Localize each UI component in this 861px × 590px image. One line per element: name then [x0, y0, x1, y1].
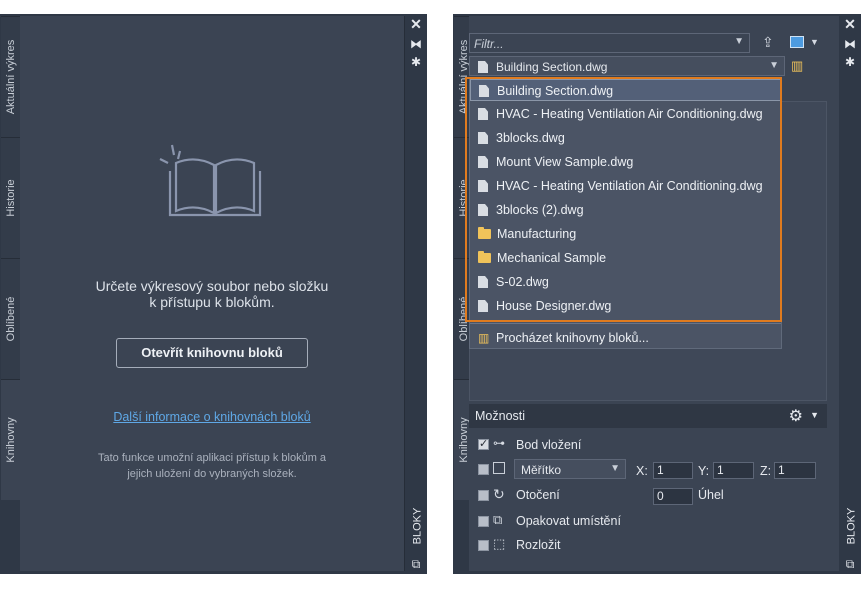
explode-checkbox[interactable]: [478, 540, 489, 551]
z-label: Z:: [760, 464, 772, 478]
blocks-palette-icon: ⧉: [411, 557, 421, 571]
pin-icon[interactable]: ⧓: [408, 38, 424, 50]
settings-gear-icon[interactable]: ✱: [408, 56, 424, 68]
browse-libraries-icon: ▥: [478, 331, 490, 345]
thumbnail-view-icon[interactable]: [790, 36, 804, 48]
repeat-placement-checkbox[interactable]: [478, 516, 489, 527]
insertion-point-checkbox[interactable]: ✓: [478, 438, 489, 450]
angle-input[interactable]: 0: [653, 488, 693, 505]
rotation-checkbox[interactable]: [478, 490, 489, 501]
highlight-frame: [465, 77, 782, 322]
explode-icon: ⬚: [493, 536, 506, 551]
scale-icon: [493, 462, 505, 474]
rotate-icon: ↻: [493, 486, 505, 502]
blocks-palette-icon: ⧉: [845, 557, 855, 571]
chevron-down-icon[interactable]: ▼: [810, 410, 819, 420]
filter-input[interactable]: Filtr... ▼: [469, 33, 750, 53]
tab-history[interactable]: Historie: [1, 137, 20, 258]
close-icon[interactable]: ✕: [408, 17, 424, 31]
scale-x-input[interactable]: 1: [653, 462, 693, 479]
dropdown-divider: [470, 323, 781, 324]
insertion-point-label: Bod vložení: [516, 438, 582, 452]
options-header[interactable]: Možnosti ⚙ ▼: [469, 404, 827, 428]
feature-info-text: Tato funkce umožní aplikaci přístup k bl…: [97, 452, 327, 480]
scale-select[interactable]: Měřítko ▼: [514, 459, 626, 479]
tab-favorites[interactable]: Oblíbené: [1, 258, 20, 379]
options-gear-icon[interactable]: ⚙: [789, 406, 803, 426]
close-icon[interactable]: ✕: [842, 17, 858, 31]
scale-checkbox[interactable]: [478, 464, 489, 475]
repeat-placement-icon: ⧉: [493, 512, 503, 527]
repeat-placement-label: Opakovat umístění: [516, 514, 621, 528]
open-library-button[interactable]: Otevřít knihovnu bloků: [116, 338, 308, 368]
empty-state-message: Určete výkresový soubor nebo složku k př…: [95, 278, 329, 310]
palette-title: BLOKY: [411, 507, 424, 545]
blocks-palette-empty: Aktuální výkres Historie Oblíbené Knihov…: [0, 14, 427, 574]
chevron-down-icon[interactable]: ▼: [769, 60, 779, 71]
scale-z-input[interactable]: 1: [774, 462, 816, 479]
tab-current-drawing[interactable]: Aktuální výkres: [1, 16, 20, 137]
x-label: X:: [636, 464, 648, 478]
settings-gear-icon[interactable]: ✱: [842, 56, 858, 68]
load-library-icon[interactable]: ⇪: [762, 34, 780, 52]
document-icon: [478, 61, 488, 73]
scale-y-input[interactable]: 1: [713, 462, 754, 479]
pin-icon[interactable]: ⧓: [842, 38, 858, 50]
chevron-down-icon[interactable]: ▼: [734, 36, 744, 47]
open-book-icon: [159, 144, 262, 217]
browse-libraries-item[interactable]: ▥ Procházet knihovny bloků...: [478, 327, 649, 349]
explode-label: Rozložit: [516, 538, 561, 552]
palette-title-bar: ✕ ⧓ ✱ BLOKY ⧉: [839, 14, 861, 574]
libraries-content: Určete výkresový soubor nebo složku k př…: [20, 16, 405, 571]
y-label: Y:: [698, 464, 710, 478]
view-options-chevron-icon[interactable]: ▼: [810, 37, 819, 47]
angle-label: Úhel: [698, 488, 724, 502]
palette-title-bar: ✕ ⧓ ✱ BLOKY ⧉: [405, 14, 427, 574]
palette-title: BLOKY: [845, 507, 858, 545]
insertion-point-icon: ⊶: [493, 436, 505, 450]
libraries-content: Filtr... ▼ ⇪ ▼ Building Section.dwg ▼ ▥ …: [465, 16, 840, 571]
blocks-palette-libraries: Aktuální výkres Historie Oblíbené Knihov…: [453, 14, 861, 574]
more-info-link[interactable]: Další informace o knihovnách bloků: [20, 410, 404, 424]
library-file-select[interactable]: Building Section.dwg ▼: [469, 56, 785, 76]
chevron-down-icon[interactable]: ▼: [610, 463, 620, 474]
tab-libraries[interactable]: Knihovny: [1, 379, 20, 500]
browse-libraries-icon[interactable]: ▥: [791, 59, 807, 73]
rotation-label: Otočení: [516, 488, 560, 502]
